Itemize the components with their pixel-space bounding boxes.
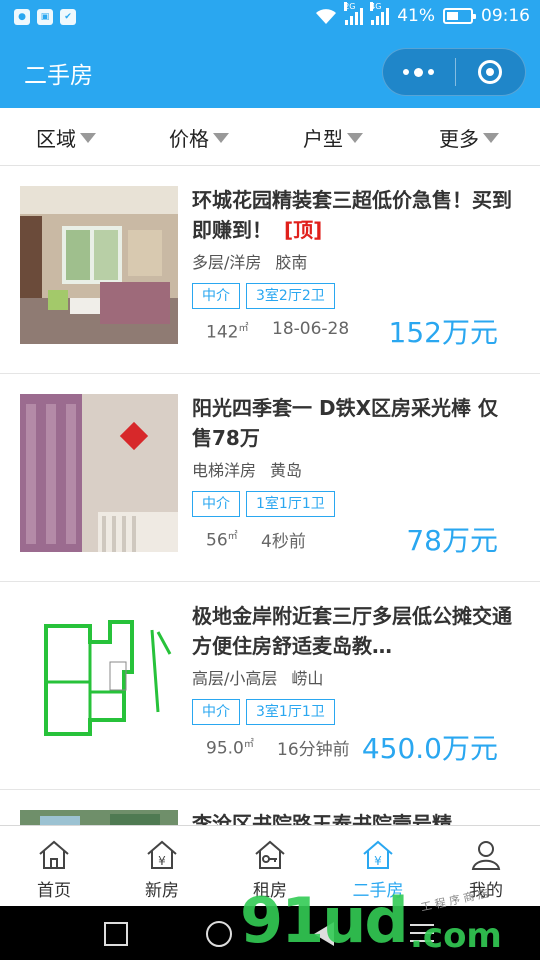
filter-label: 户型: [303, 126, 343, 151]
listing-title: 阳光四季套一 D铁X区房采光棒 仅售78万: [192, 393, 512, 453]
image-notification-icon: ▣: [37, 9, 53, 25]
listing-meta: 电梯洋房 黄岛: [192, 457, 302, 481]
filter-layout[interactable]: 户型: [303, 108, 363, 166]
listing-title: 极地金岸附近套三厅多层低公摊交通方便住房舒适麦岛教…: [192, 601, 512, 661]
target-close-icon: [478, 60, 503, 84]
recent-apps-icon[interactable]: [104, 922, 128, 946]
battery-percent: 41%: [397, 6, 435, 26]
clock: 09:16: [481, 6, 530, 26]
tab-label: 新房: [145, 881, 179, 901]
area-value: 142: [206, 322, 239, 343]
filter-more[interactable]: 更多: [439, 108, 499, 166]
network-2g-label: 2G: [344, 2, 356, 11]
watermark: 91ud: [240, 884, 409, 957]
miniprogram-capsule: [382, 48, 526, 96]
layout-tag: 1室1厅1卫: [246, 491, 335, 517]
more-button[interactable]: [383, 49, 455, 95]
listing-item[interactable]: 环城花园精装套三超低价急售！买到即赚到！ [顶] 多层/洋房 胶南 中介 3室2厅2…: [0, 166, 540, 374]
profile-icon: [471, 841, 501, 870]
agent-tag: 中介: [192, 491, 240, 517]
new-house-icon: ¥: [147, 840, 177, 869]
listing-price: 450.0万元: [361, 732, 498, 765]
layout-tag: 3室2厅2卫: [246, 283, 335, 309]
district: 黄岛: [270, 461, 303, 480]
filter-bar: 区域 价格 户型 更多: [0, 108, 540, 166]
listing-list: 环城花园精装套三超低价急售！买到即赚到！ [顶] 多层/洋房 胶南 中介 3室2厅2…: [0, 166, 540, 850]
dropdown-arrow-icon: [213, 133, 229, 143]
listing-tags: 中介 1室1厅1卫: [192, 491, 335, 517]
status-bar: ● ▣ ✔ 2G 4G 41% 09:16: [0, 0, 540, 36]
rent-icon: [255, 840, 285, 869]
listing-price: 78万元: [406, 524, 498, 557]
page-title: 二手房: [24, 63, 93, 89]
listing-date: 18-06-28: [272, 319, 350, 339]
notification-icons: ● ▣ ✔: [14, 9, 76, 25]
area-unit: ㎡: [238, 323, 249, 334]
shield-notification-icon: ✔: [60, 9, 76, 25]
listing-date: 4秒前: [261, 532, 306, 552]
area-value: 56: [206, 530, 228, 551]
listing-tags: 中介 3室2厅2卫: [192, 283, 335, 309]
district: 崂山: [291, 669, 324, 688]
tab-new-house[interactable]: ¥ 新房: [108, 826, 216, 907]
dropdown-arrow-icon: [483, 133, 499, 143]
more-dot-icon: [428, 69, 435, 75]
listing-photo: [20, 394, 178, 552]
battery-icon: [443, 8, 476, 24]
listing-area: 142㎡: [206, 319, 248, 343]
filter-label: 价格: [169, 126, 209, 151]
area-unit: ㎡: [243, 739, 254, 750]
signal-2g-icon: 2G: [344, 2, 364, 25]
tab-home[interactable]: 首页: [0, 826, 108, 907]
listing-title-text: 极地金岸附近套三厅多层低公摊交通方便住房舒适麦岛教…: [192, 604, 512, 658]
district: 胶南: [275, 253, 308, 272]
area-value: 95.0: [206, 738, 244, 759]
top-badge: [顶]: [284, 218, 323, 242]
listing-item[interactable]: 极地金岸附近套三厅多层低公摊交通方便住房舒适麦岛教… 高层/小高层 崂山 中介 3…: [0, 582, 540, 790]
svg-text:¥: ¥: [374, 854, 382, 868]
more-dot-icon: [414, 67, 424, 77]
area-unit: ㎡: [227, 531, 238, 542]
building-type: 电梯洋房: [192, 461, 257, 480]
listing-meta: 高层/小高层 崂山: [192, 665, 323, 689]
dropdown-arrow-icon: [347, 133, 363, 143]
agent-tag: 中介: [192, 283, 240, 309]
home-circle-icon[interactable]: [206, 921, 232, 947]
filter-price[interactable]: 价格: [169, 108, 229, 166]
listing-date: 16分钟前: [277, 740, 350, 760]
home-icon: [39, 840, 69, 869]
close-button[interactable]: [456, 49, 526, 95]
second-hand-icon: ¥: [363, 840, 393, 869]
building-type: 高层/小高层: [192, 669, 278, 688]
listing-tags: 中介 3室1厅1卫: [192, 699, 335, 725]
filter-label: 区域: [36, 126, 76, 151]
building-type: 多层/洋房: [192, 253, 262, 272]
svg-text:¥: ¥: [158, 854, 166, 868]
filter-region[interactable]: 区域: [36, 108, 96, 166]
agent-tag: 中介: [192, 699, 240, 725]
listing-price: 152万元: [388, 316, 498, 349]
listing-item[interactable]: 阳光四季套一 D铁X区房采光棒 仅售78万 电梯洋房 黄岛 中介 1室1厅1卫 5…: [0, 374, 540, 582]
listing-photo: [20, 186, 178, 344]
watermark-suffix: .com: [410, 916, 502, 956]
listing-meta: 多层/洋房 胶南: [192, 249, 307, 273]
message-notification-icon: ●: [14, 9, 30, 25]
more-dot-icon: [403, 69, 410, 75]
dropdown-arrow-icon: [80, 133, 96, 143]
wifi-icon: [316, 9, 337, 24]
layout-tag: 3室1厅1卫: [246, 699, 335, 725]
listing-title-text: 环城花园精装套三超低价急售！买到即赚到！: [192, 188, 512, 242]
signal-4g-icon: 4G: [370, 2, 390, 25]
listing-area: 95.0㎡: [206, 735, 254, 759]
listing-area: 56㎡: [206, 527, 238, 551]
tab-label: 首页: [37, 881, 71, 901]
listing-title-text: 阳光四季套一 D铁X区房采光棒 仅售78万: [192, 396, 498, 450]
app-header: 二手房: [0, 36, 540, 108]
network-4g-label: 4G: [370, 2, 382, 11]
filter-label: 更多: [439, 126, 479, 151]
listing-floorplan: [20, 602, 178, 760]
listing-title: 环城花园精装套三超低价急售！买到即赚到！ [顶]: [192, 185, 512, 245]
